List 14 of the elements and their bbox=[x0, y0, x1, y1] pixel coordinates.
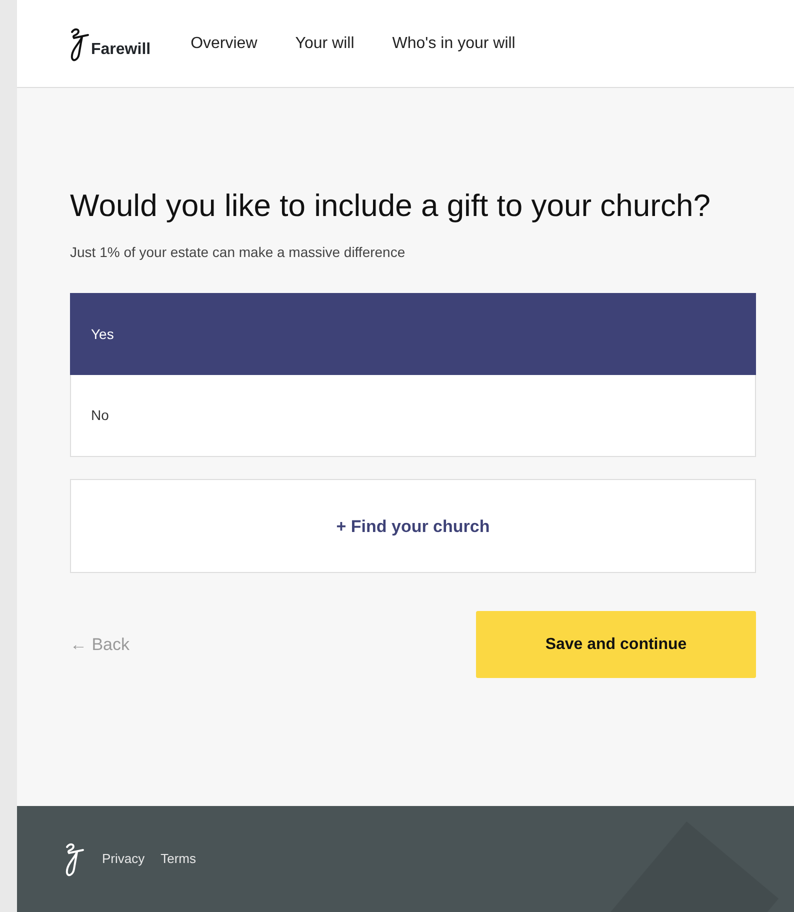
footer-link[interactable]: Terms bbox=[160, 849, 196, 869]
logo-icon bbox=[64, 841, 86, 877]
brand-name[interactable]: Farewill bbox=[91, 38, 151, 62]
footer-link[interactable]: Privacy bbox=[102, 849, 145, 869]
save-continue-button[interactable]: Save and continue bbox=[476, 611, 756, 678]
nav-link[interactable]: Overview bbox=[190, 32, 258, 56]
answer-option[interactable]: No bbox=[70, 375, 756, 458]
find-church-button[interactable]: + Find your church bbox=[70, 479, 756, 574]
question-title: Would you like to include a gift to your church? bbox=[70, 187, 712, 225]
logo-icon bbox=[69, 26, 91, 62]
nav-link[interactable]: Who's in your will bbox=[392, 32, 516, 56]
question-subtitle: Just 1% of your estate can make a massive difference bbox=[70, 243, 406, 262]
nav-link[interactable]: Your will bbox=[295, 32, 354, 56]
answer-option[interactable]: Yes bbox=[70, 293, 756, 376]
